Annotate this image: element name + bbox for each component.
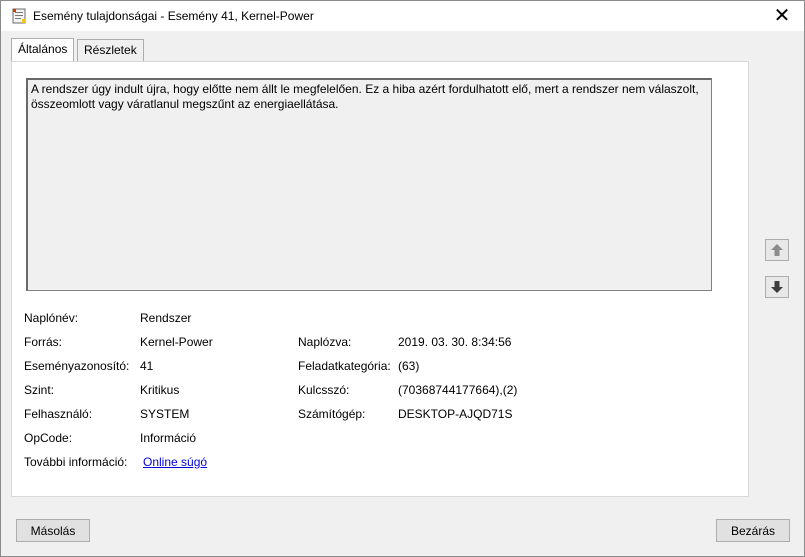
close-button[interactable]: Bezárás	[716, 519, 790, 542]
user-label: Felhasználó:	[24, 407, 93, 421]
computer-value: DESKTOP-AJQD71S	[398, 407, 513, 421]
online-help-link[interactable]: Online súgó	[143, 455, 207, 469]
task-category-label: Feladatkategória:	[298, 359, 391, 373]
close-window-button[interactable]: ✕	[760, 1, 804, 31]
event-id-value: 41	[140, 359, 154, 373]
tab-details[interactable]: Részletek	[77, 39, 144, 61]
title-bar: Esemény tulajdonságai - Esemény 41, Kern…	[1, 1, 804, 31]
level-label: Szint:	[24, 383, 55, 397]
arrow-up-icon	[771, 244, 783, 256]
keywords-value: (70368744177664),(2)	[398, 383, 518, 397]
source-value: Kernel-Power	[140, 335, 213, 349]
more-info-label: További információ:	[24, 455, 128, 469]
arrow-down-icon	[771, 281, 783, 293]
keywords-label: Kulcsszó:	[298, 383, 350, 397]
next-event-button[interactable]	[765, 276, 789, 298]
previous-event-button[interactable]	[765, 239, 789, 261]
event-properties-window: Esemény tulajdonságai - Esemény 41, Kern…	[0, 0, 805, 557]
opcode-label: OpCode:	[24, 431, 73, 445]
event-properties-icon	[12, 8, 26, 24]
computer-label: Számítógép:	[298, 407, 366, 421]
log-name-value: Rendszer	[140, 311, 192, 325]
user-value: SYSTEM	[140, 407, 190, 421]
level-value: Kritikus	[140, 383, 180, 397]
task-category-value: (63)	[398, 359, 420, 373]
tab-general[interactable]: Általános	[11, 38, 75, 61]
copy-button[interactable]: Másolás	[16, 519, 90, 542]
window-title: Esemény tulajdonságai - Esemény 41, Kern…	[33, 9, 314, 23]
opcode-value: Információ	[140, 431, 197, 445]
log-name-label: Naplónév:	[24, 311, 79, 325]
general-tab-panel: A rendszer úgy indult újra, hogy előtte …	[11, 61, 749, 497]
event-id-label: Eseményazonosító:	[24, 359, 130, 373]
logged-label: Naplózva:	[298, 335, 352, 349]
close-icon: ✕	[773, 5, 791, 27]
event-description[interactable]: A rendszer úgy indult újra, hogy előtte …	[26, 78, 712, 291]
logged-value: 2019. 03. 30. 8:34:56	[398, 335, 512, 349]
source-label: Forrás:	[24, 335, 63, 349]
